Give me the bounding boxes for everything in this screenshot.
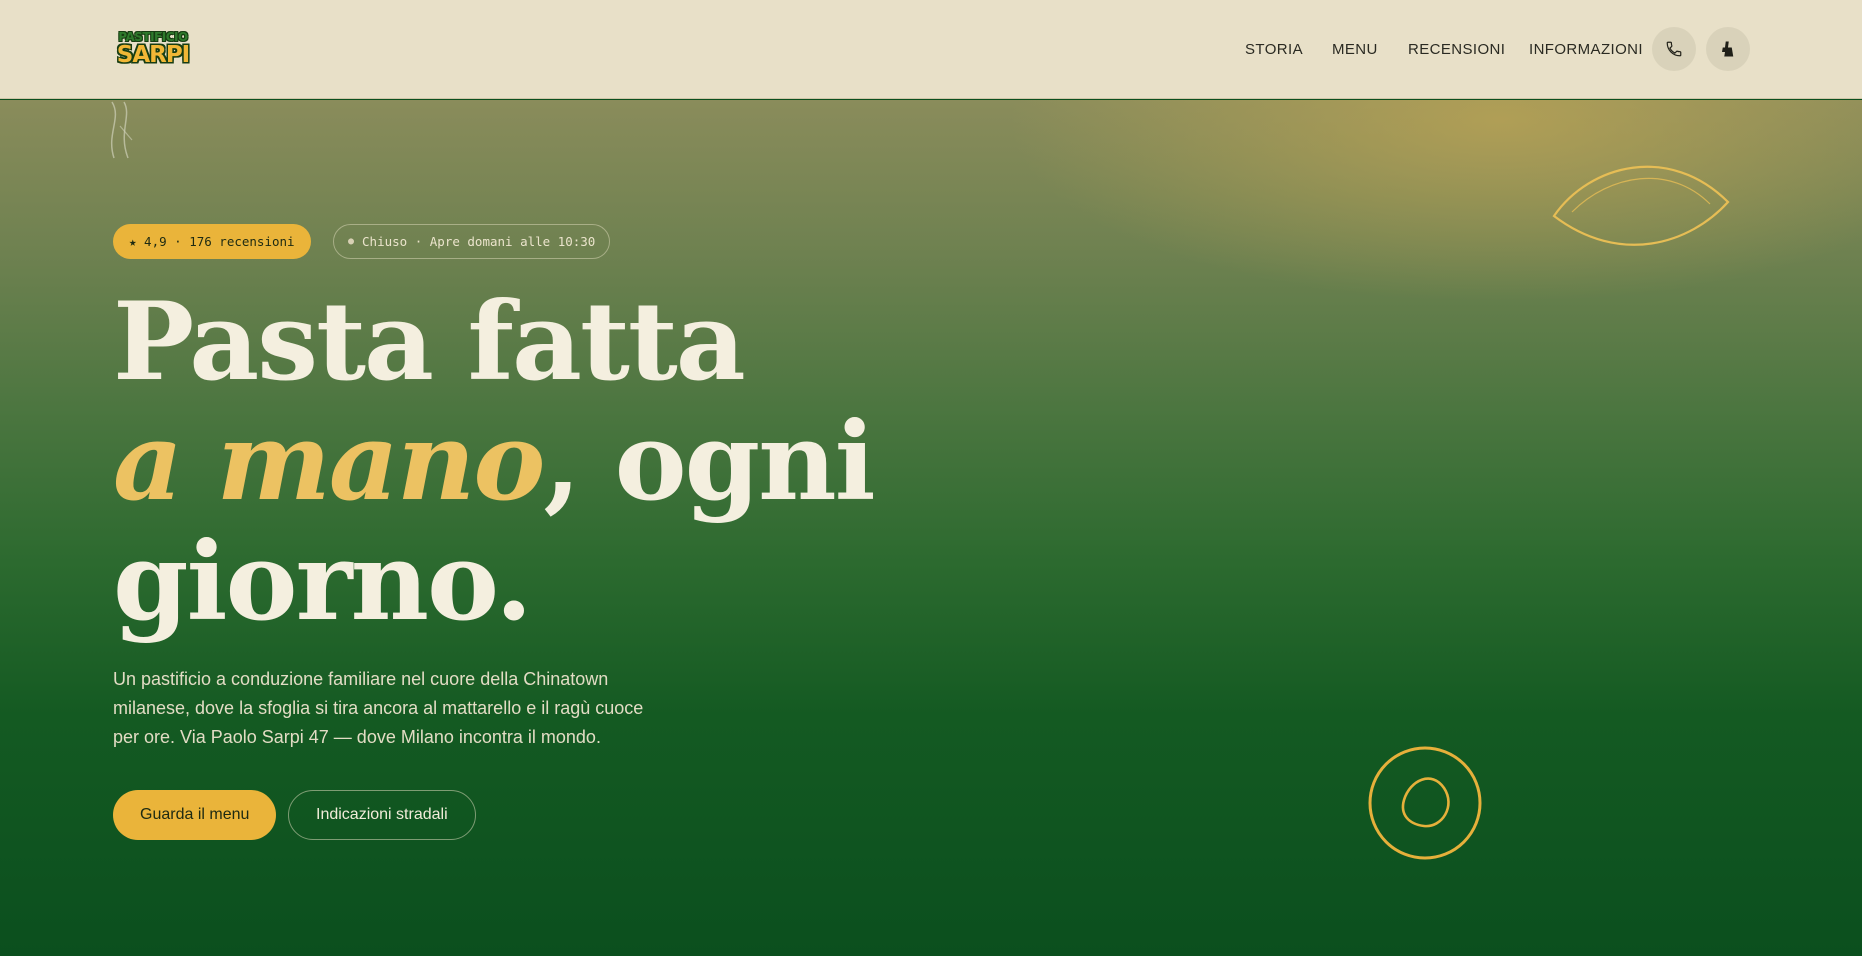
nav-link-menu[interactable]: MENU — [1332, 41, 1378, 58]
site-header: PASTIFICIO SARPI STORIA MENU RECENSIONI … — [0, 0, 1862, 99]
status-dot-icon: ● — [348, 236, 355, 247]
call-button[interactable] — [1652, 27, 1696, 71]
headline-line-3: giorno. — [113, 519, 533, 645]
status-text: Chiuso · Apre domani alle 10:30 — [362, 234, 596, 249]
wheat-sprig-decoration — [110, 101, 133, 159]
delivery-icon — [1722, 41, 1734, 57]
nav-link-recensioni[interactable]: RECENSIONI — [1408, 41, 1505, 58]
view-menu-button[interactable]: Guarda il menu — [113, 790, 277, 840]
delivery-button[interactable] — [1706, 27, 1750, 71]
hero-headline: Pasta fatta a mano, ogni giorno. — [113, 282, 1013, 642]
nav-link-storia[interactable]: STORIA — [1245, 41, 1303, 58]
headline-line-2-rest: , ogni — [543, 399, 875, 525]
nav-link-informazioni[interactable]: INFORMAZIONI — [1529, 41, 1643, 58]
tortellino-decoration — [1368, 746, 1482, 860]
main-nav: STORIA MENU RECENSIONI INFORMAZIONI — [0, 0, 1862, 99]
headline-accent: a mano — [113, 399, 545, 525]
pasta-leaf-decoration — [1552, 165, 1730, 246]
rating-badge[interactable]: ★ 4,9 · 176 recensioni — [113, 224, 311, 259]
directions-button[interactable]: Indicazioni stradali — [288, 790, 476, 840]
headline-line-1: Pasta fatta — [113, 279, 746, 405]
opening-status-badge: ● Chiuso · Apre domani alle 10:30 — [333, 224, 611, 259]
hero-description: Un pastificio a conduzione familiare nel… — [113, 669, 644, 747]
phone-icon — [1666, 41, 1682, 57]
